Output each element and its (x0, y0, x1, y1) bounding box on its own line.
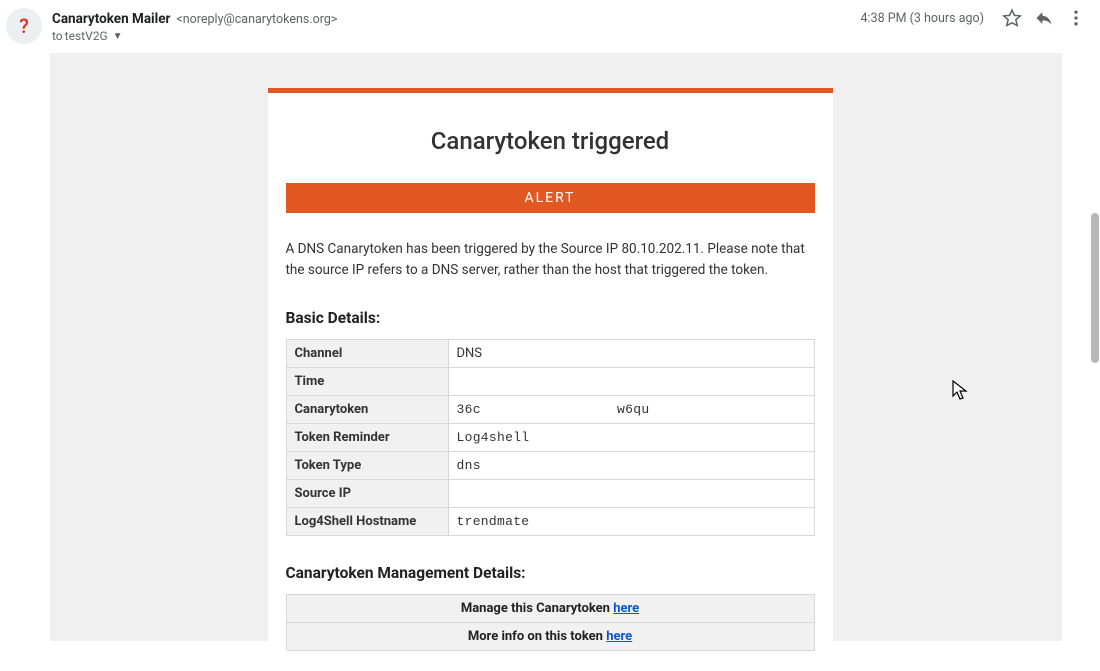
right-gutter (1062, 53, 1090, 641)
scrollbar-thumb[interactable] (1091, 213, 1099, 363)
value-l4shost: trendmate (448, 507, 814, 535)
table-row: Token Reminder Log4shell (286, 423, 814, 451)
value-time (448, 367, 814, 395)
table-row: Channel DNS (286, 339, 814, 367)
to-prefix: to (52, 29, 63, 43)
timestamp: 4:38 PM (3 hours ago) (861, 11, 985, 26)
email-body-area: Canarytoken triggered ALERT A DNS Canary… (0, 52, 1100, 641)
token-fragment-b: w6qu (617, 402, 649, 417)
avatar-char: ? (19, 14, 29, 38)
from-block: Canarytoken Mailer <noreply@canarytokens… (52, 8, 861, 43)
value-reminder: Log4shell (448, 423, 814, 451)
mgmt-manage-prefix: Manage this Canarytoken (461, 601, 613, 616)
label-time: Time (286, 367, 448, 395)
manage-link[interactable]: here (613, 601, 639, 616)
token-fragment-a: 36c (457, 402, 481, 417)
alert-card: Canarytoken triggered ALERT A DNS Canary… (268, 88, 833, 671)
table-row: Time (286, 367, 814, 395)
scrollbar-track[interactable] (1090, 53, 1100, 641)
mgmt-heading: Canarytoken Management Details: (286, 564, 815, 582)
mgmt-info-prefix: More info on this token (468, 629, 606, 644)
chevron-down-icon[interactable]: ▼ (113, 31, 123, 42)
table-row: Source IP (286, 479, 814, 507)
left-gutter (0, 53, 50, 641)
label-reminder: Token Reminder (286, 423, 448, 451)
to-line[interactable]: to testV2G ▼ (52, 29, 861, 43)
from-address: <noreply@canarytokens.org> (176, 12, 337, 27)
header-actions: 4:38 PM (3 hours ago) (861, 8, 1087, 28)
label-channel: Channel (286, 339, 448, 367)
alert-bar: ALERT (286, 183, 815, 213)
basic-details-table: Channel DNS Time Canarytoken 36c w6qu To… (286, 339, 815, 536)
to-recipient: testV2G (65, 29, 108, 43)
label-l4shost: Log4Shell Hostname (286, 507, 448, 535)
table-row: Token Type dns (286, 451, 814, 479)
mgmt-info-row: More info on this token here (286, 623, 815, 651)
more-icon[interactable] (1066, 8, 1086, 28)
value-channel: DNS (448, 339, 814, 367)
email-header: ? Canarytoken Mailer <noreply@canarytoke… (0, 0, 1100, 52)
value-sourceip (448, 479, 814, 507)
star-icon[interactable] (1002, 8, 1022, 28)
label-tokentype: Token Type (286, 451, 448, 479)
table-row: Log4Shell Hostname trendmate (286, 507, 814, 535)
table-row: Canarytoken 36c w6qu (286, 395, 814, 423)
label-sourceip: Source IP (286, 479, 448, 507)
from-name: Canarytoken Mailer (52, 11, 170, 27)
mgmt-manage-row: Manage this Canarytoken here (286, 594, 815, 623)
summary-text: A DNS Canarytoken has been triggered by … (286, 239, 815, 281)
basic-details-heading: Basic Details: (286, 309, 815, 327)
value-tokentype: dns (448, 451, 814, 479)
reply-icon[interactable] (1034, 8, 1054, 28)
value-canarytoken: 36c w6qu (448, 395, 814, 423)
label-canarytoken: Canarytoken (286, 395, 448, 423)
info-link[interactable]: here (606, 629, 632, 644)
avatar: ? (6, 8, 42, 44)
card-title: Canarytoken triggered (286, 127, 815, 155)
